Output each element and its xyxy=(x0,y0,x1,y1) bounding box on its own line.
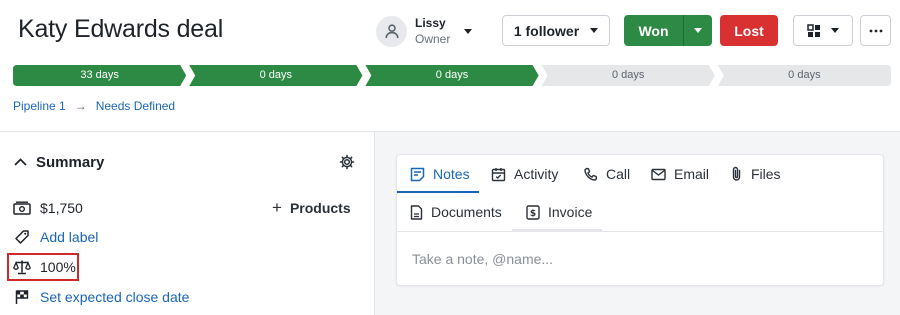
view-switcher-button[interactable] xyxy=(793,15,853,46)
highlight-box xyxy=(7,253,79,281)
deal-value: $1,750 xyxy=(40,200,83,216)
flag-icon xyxy=(13,288,31,306)
breadcrumb-separator: → xyxy=(74,99,87,113)
follower-label: 1 follower xyxy=(513,22,580,39)
pipeline-stage-label-2: 0 days xyxy=(259,69,292,81)
won-button[interactable]: Won xyxy=(624,15,683,46)
tab-email-label: Email xyxy=(674,166,710,182)
deal-value-row[interactable]: $1,750 xyxy=(13,198,83,218)
deal-title[interactable]: Katy Edwards deal xyxy=(18,15,223,44)
phone-icon xyxy=(583,167,598,182)
paperclip-icon xyxy=(730,166,743,182)
more-dots-icon xyxy=(869,29,882,32)
gear-icon[interactable] xyxy=(339,154,355,175)
add-label-row[interactable]: Add label xyxy=(13,227,98,247)
note-input[interactable]: Take a note, @name... xyxy=(412,251,553,267)
won-button-group: Won xyxy=(624,15,712,46)
products-label: Products xyxy=(289,200,351,216)
email-icon xyxy=(651,168,666,181)
add-label-link[interactable]: Add label xyxy=(40,229,98,245)
tab-invoice[interactable]: $ Invoice xyxy=(526,193,592,231)
pipeline-stage-label-3: 0 days xyxy=(435,69,469,81)
svg-text:$: $ xyxy=(530,209,536,219)
add-products-button[interactable]: + Products xyxy=(272,198,351,218)
note-icon xyxy=(410,167,425,182)
tab-notes[interactable]: Notes xyxy=(410,155,470,193)
summary-toggle[interactable]: Summary xyxy=(14,153,104,171)
breadcrumb-stage-link[interactable]: Needs Defined xyxy=(96,99,175,113)
breadcrumb: Pipeline 1 → Needs Defined xyxy=(13,98,175,114)
pipeline-stage-label-4: 0 days xyxy=(611,69,645,81)
money-icon xyxy=(13,199,31,217)
user-avatar-icon xyxy=(376,15,407,47)
tab-activity[interactable]: Activity xyxy=(491,155,558,193)
invoice-icon: $ xyxy=(526,204,540,220)
chevron-down-icon[interactable] xyxy=(464,28,473,34)
pipeline-stage-bar: 33 days 0 days 0 days 0 days 0 days xyxy=(13,65,891,86)
tab-documents[interactable]: Documents xyxy=(410,193,502,231)
tab-notes-label: Notes xyxy=(433,166,470,182)
owner-name: Lissy xyxy=(415,16,446,30)
document-icon xyxy=(410,204,423,220)
follower-button[interactable]: 1 follower xyxy=(502,15,610,46)
close-date-row[interactable]: Set expected close date xyxy=(13,287,189,307)
chevron-down-icon xyxy=(694,28,702,33)
lost-button[interactable]: Lost xyxy=(720,15,778,46)
more-options-button[interactable] xyxy=(860,15,891,46)
tabs-divider xyxy=(397,231,883,232)
breadcrumb-pipeline-link[interactable]: Pipeline 1 xyxy=(13,99,66,113)
tab-activity-label: Activity xyxy=(514,166,559,182)
plus-icon: + xyxy=(272,198,282,217)
tab-call-label: Call xyxy=(606,166,631,182)
tag-icon xyxy=(13,228,31,246)
pipeline-stage-label-1: 33 days xyxy=(80,69,119,81)
chevron-down-icon xyxy=(831,28,839,33)
set-close-date-link[interactable]: Set expected close date xyxy=(40,289,189,305)
tab-email[interactable]: Email xyxy=(651,155,709,193)
tab-files[interactable]: Files xyxy=(730,155,781,193)
owner-role: Owner xyxy=(415,32,451,46)
won-options-button[interactable] xyxy=(683,15,712,46)
tab-invoice-label: Invoice xyxy=(548,204,593,220)
tab-documents-label: Documents xyxy=(431,204,502,220)
chevron-down-icon xyxy=(590,28,599,33)
owner-selector[interactable]: Lissy Owner xyxy=(376,14,473,48)
summary-title: Summary xyxy=(36,153,105,171)
tab-call[interactable]: Call xyxy=(583,155,630,193)
tab-files-label: Files xyxy=(751,166,781,182)
notes-card: Notes Activity Call Email Files Document… xyxy=(396,154,884,286)
pipeline-stage-label-5: 0 days xyxy=(788,69,821,81)
grid-view-icon xyxy=(807,23,820,37)
calendar-icon xyxy=(491,167,506,182)
chevron-up-icon xyxy=(14,158,27,166)
